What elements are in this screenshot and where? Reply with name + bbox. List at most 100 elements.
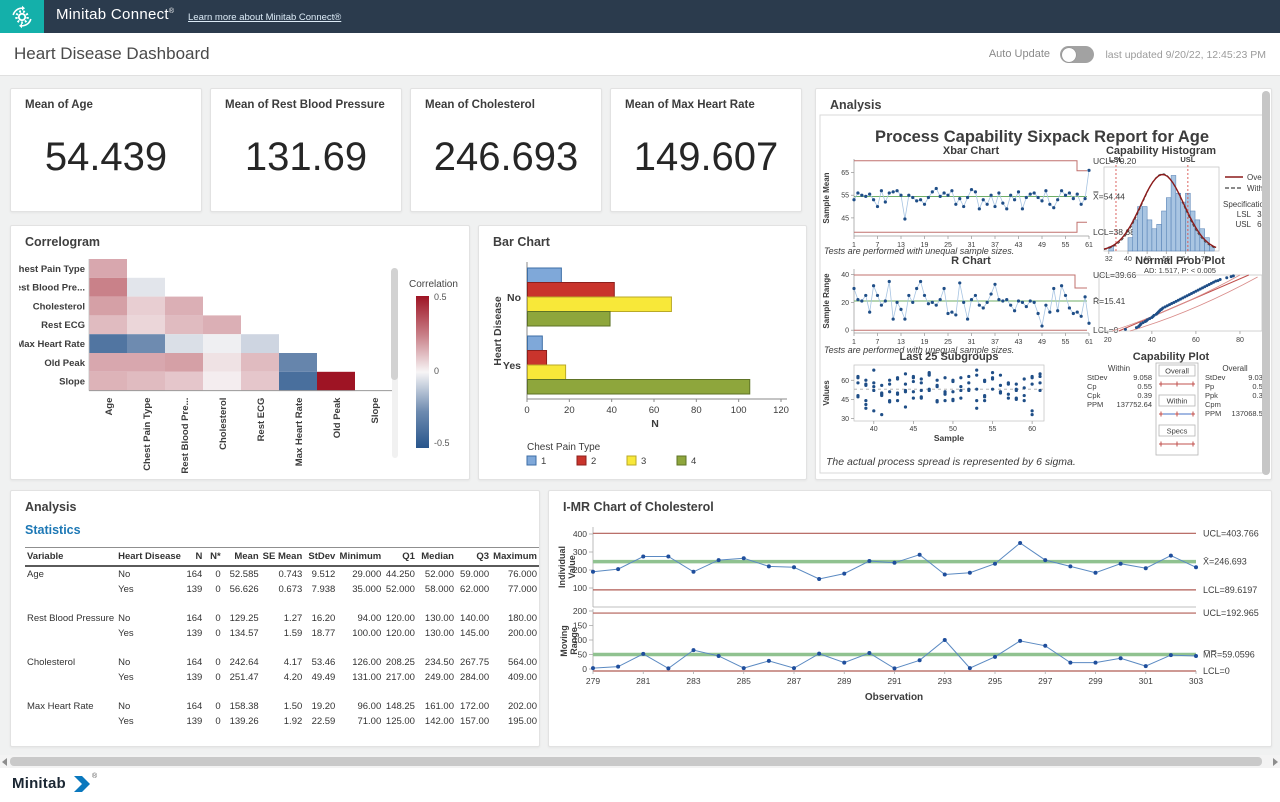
kpi-card-mean-age: Mean of Age 54.439 — [10, 88, 202, 212]
table-cell: 148.25 — [383, 699, 417, 714]
table-header-cell: StDev — [304, 548, 337, 567]
minitab-connect-logo[interactable] — [0, 0, 44, 33]
table-header-cell: SE Mean — [261, 548, 305, 567]
table-cell: 53.46 — [304, 655, 337, 670]
svg-text:45: 45 — [841, 397, 849, 404]
statistics-analysis-panel: Analysis Statistics VariableHeart Diseas… — [10, 490, 540, 747]
sixpack-analysis-panel: Analysis Process Capability Sixpack Repo… — [815, 88, 1272, 480]
svg-text:Sample Mean: Sample Mean — [822, 172, 831, 223]
svg-text:Pp: Pp — [1205, 382, 1214, 391]
last-updated-text: last updated 9/20/22, 12:45:23 PM — [1105, 49, 1266, 61]
svg-text:Cholesterol: Cholesterol — [218, 398, 229, 450]
scroll-right-arrow-icon[interactable] — [1273, 758, 1278, 766]
svg-text:40: 40 — [606, 405, 617, 416]
page-header: Heart Disease Dashboard Auto Update last… — [0, 33, 1280, 76]
table-cell: No — [116, 611, 183, 626]
imr-control-chart: 400300200100UCL=403.766X̄=246.693LCL=89.… — [553, 517, 1265, 742]
table-cell: No — [116, 699, 183, 714]
svg-text:400: 400 — [573, 529, 587, 539]
sixpack-vertical-scrollbar[interactable] — [1262, 91, 1270, 475]
table-cell: 284.00 — [456, 670, 491, 685]
table-cell: Yes — [116, 670, 183, 685]
table-cell: Yes — [116, 714, 183, 729]
table-cell: 0.743 — [261, 566, 305, 582]
svg-text:60: 60 — [1028, 426, 1036, 433]
table-row: Max Heart RateNo1640158.381.5019.2096.00… — [25, 699, 539, 714]
svg-text:50: 50 — [949, 426, 957, 433]
correlation-legend-title: Correlation — [409, 279, 458, 290]
table-cell: 139.26 — [223, 714, 261, 729]
correlogram-cell — [279, 372, 317, 391]
table-cell — [25, 582, 116, 597]
colorbar-tick-min: -0.5 — [434, 438, 450, 448]
svg-text:100: 100 — [573, 583, 587, 593]
svg-text:0.55: 0.55 — [1137, 382, 1152, 391]
correlogram-cell — [203, 334, 241, 353]
kpi-card-mean-rest-bp: Mean of Rest Blood Pressure 131.69 — [210, 88, 402, 212]
svg-text:100: 100 — [731, 405, 747, 416]
svg-text:Cholesterol: Cholesterol — [33, 301, 85, 312]
svg-text:Chest Pain Type: Chest Pain Type — [19, 264, 85, 275]
table-cell: 242.64 — [223, 655, 261, 670]
table-header-cell: Minimum — [337, 548, 383, 567]
svg-text:No: No — [507, 292, 521, 304]
table-cell: 249.00 — [417, 670, 456, 685]
svg-text:R Chart: R Chart — [951, 255, 991, 267]
svg-text:49: 49 — [1038, 339, 1046, 346]
table-cell — [25, 714, 116, 729]
svg-text:X̄=246.693: X̄=246.693 — [1203, 557, 1247, 567]
svg-text:Age: Age — [104, 398, 115, 416]
learn-more-link[interactable]: Learn more about Minitab Connect® — [188, 12, 341, 23]
bar-segment — [528, 297, 672, 312]
svg-text:Max Heart Rate: Max Heart Rate — [294, 398, 305, 467]
table-cell: Rest Blood Pressure — [25, 611, 116, 626]
svg-text:AD: 1.517, P: < 0.005: AD: 1.517, P: < 0.005 — [1144, 266, 1216, 275]
correlogram-cell — [241, 334, 279, 353]
table-cell — [25, 670, 116, 685]
table-cell: 16.20 — [304, 611, 337, 626]
bar-segment — [528, 268, 562, 283]
correlogram-cell — [89, 259, 127, 278]
svg-text:0: 0 — [582, 664, 587, 674]
correlogram-vertical-scrollbar[interactable] — [391, 268, 398, 380]
svg-text:3: 3 — [641, 456, 646, 467]
correlogram-cell — [127, 334, 165, 353]
correlogram-cell — [165, 334, 203, 353]
table-cell: 1.59 — [261, 626, 305, 641]
svg-text:303: 303 — [1189, 676, 1203, 686]
table-cell: No — [116, 566, 183, 582]
panel-title: Bar Chart — [493, 235, 550, 249]
table-cell: 145.00 — [456, 626, 491, 641]
table-header-cell: N — [183, 548, 204, 567]
svg-text:Specifications: Specifications — [1223, 200, 1267, 209]
svg-text:55: 55 — [989, 426, 997, 433]
table-cell: 58.000 — [417, 582, 456, 597]
svg-text:UCL=192.965: UCL=192.965 — [1203, 608, 1259, 618]
horizontal-scrollbar-thumb[interactable] — [10, 757, 1262, 766]
table-cell: 18.77 — [304, 626, 337, 641]
table-cell: 0 — [204, 566, 222, 582]
table-cell: 564.00 — [491, 655, 539, 670]
correlogram-cell — [317, 372, 355, 391]
svg-text:40: 40 — [841, 272, 849, 279]
svg-text:LCL=0: LCL=0 — [1203, 666, 1230, 676]
auto-update-toggle[interactable] — [1060, 46, 1094, 63]
table-cell: 49.49 — [304, 670, 337, 685]
table-cell: 52.000 — [417, 566, 456, 582]
scroll-left-arrow-icon[interactable] — [2, 758, 7, 766]
svg-text:Last 25 Subgroups: Last 25 Subgroups — [899, 351, 998, 363]
table-cell: 0 — [204, 699, 222, 714]
table-cell: 0 — [204, 655, 222, 670]
table-cell: 0 — [204, 582, 222, 597]
heart-disease-bar-chart: NoYes020406080100120NHeart DiseaseChest … — [487, 254, 799, 476]
svg-text:120: 120 — [773, 405, 789, 416]
svg-text:9.058: 9.058 — [1133, 373, 1152, 382]
svg-text:60: 60 — [1192, 337, 1200, 344]
table-cell: 164 — [183, 655, 204, 670]
table-cell: Max Heart Rate — [25, 699, 116, 714]
svg-text:Ppk: Ppk — [1205, 391, 1218, 400]
table-header-cell: Heart Disease — [116, 548, 183, 567]
svg-text:Process Capability Sixpack Rep: Process Capability Sixpack Report for Ag… — [875, 128, 1209, 146]
svg-text:55: 55 — [841, 193, 849, 200]
table-header-cell: Maximum — [491, 548, 539, 567]
